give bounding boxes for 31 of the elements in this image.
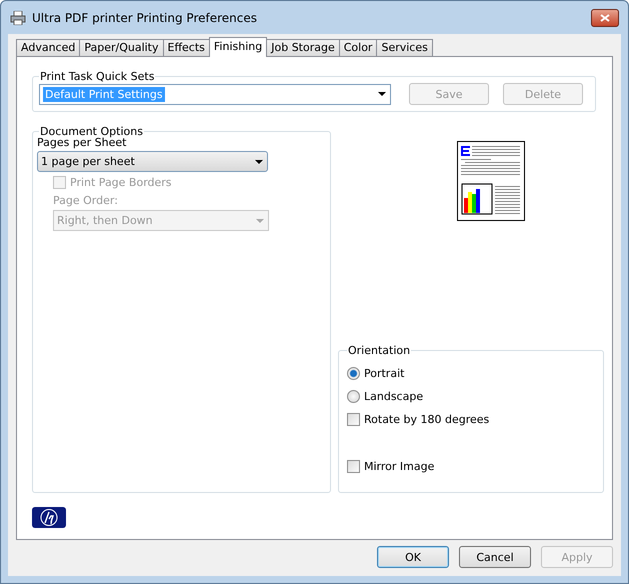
tab[interactable]: Effects — [162, 39, 210, 56]
group-label: Print Task Quick Sets — [39, 70, 156, 83]
tab[interactable]: Color — [338, 39, 378, 56]
field-label: Page Order: — [53, 194, 119, 207]
orientation-radio[interactable]: Landscape — [347, 390, 595, 403]
window-title: Ultra PDF printer Printing Preferences — [32, 10, 258, 24]
printer-icon — [10, 10, 26, 24]
option-checkbox[interactable]: Rotate by 180 degrees — [347, 413, 595, 426]
logo-icon — [32, 507, 66, 528]
tab[interactable]: Advanced — [16, 39, 80, 56]
pages-per-sheet-dropdown[interactable]: 1 page per sheet — [37, 151, 268, 172]
field-label: Pages per Sheet — [37, 136, 126, 149]
checkbox-square[interactable] — [347, 460, 360, 473]
caret-icon — [255, 160, 263, 164]
group-label: Document Options — [39, 125, 144, 138]
option-checkbox[interactable]: Mirror Image — [347, 460, 595, 473]
radio-dot[interactable] — [347, 367, 360, 380]
group-label: Orientation — [347, 344, 412, 357]
dialog-button[interactable]: Cancel — [459, 546, 531, 568]
tab[interactable]: Services — [376, 39, 433, 56]
close-icon — [600, 14, 610, 22]
radio-dot[interactable] — [347, 390, 360, 403]
tab[interactable]: Job Storage — [266, 39, 340, 56]
checkbox-square[interactable] — [347, 413, 360, 426]
tab[interactable]: Finishing — [208, 37, 268, 57]
close-button[interactable] — [591, 8, 619, 26]
dialog-button[interactable]: OK — [377, 546, 449, 568]
caret-icon — [378, 92, 386, 96]
orientation-radio[interactable]: Portrait — [347, 367, 595, 380]
caret-icon — [256, 218, 264, 222]
tab[interactable]: Paper/Quality — [79, 39, 164, 56]
